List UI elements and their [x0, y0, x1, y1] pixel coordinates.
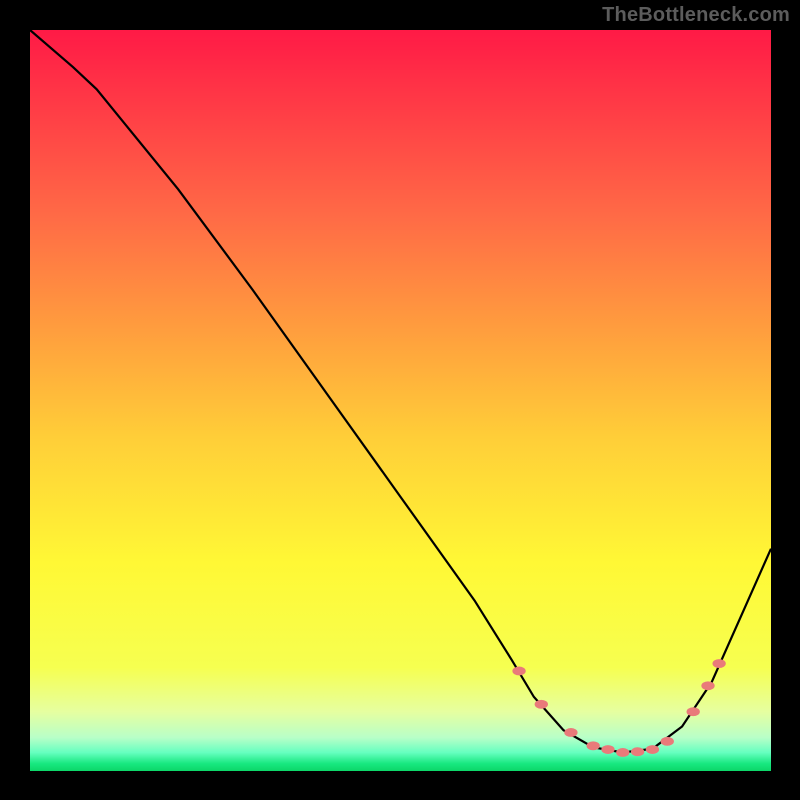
curve-layer [30, 30, 771, 771]
highlight-markers [512, 659, 725, 757]
marker-dot [601, 745, 614, 754]
marker-dot [712, 659, 725, 668]
chart-container: TheBottleneck.com [0, 0, 800, 800]
watermark-text: TheBottleneck.com [602, 4, 790, 27]
marker-dot [701, 681, 714, 690]
marker-dot [512, 667, 525, 676]
marker-dot [535, 700, 548, 709]
marker-dot [586, 741, 599, 750]
marker-dot [616, 748, 629, 757]
marker-dot [564, 728, 577, 737]
main-curve [30, 30, 771, 752]
marker-dot [631, 747, 644, 756]
plot-area [30, 30, 771, 771]
marker-dot [661, 737, 674, 746]
marker-dot [687, 707, 700, 716]
marker-dot [646, 745, 659, 754]
